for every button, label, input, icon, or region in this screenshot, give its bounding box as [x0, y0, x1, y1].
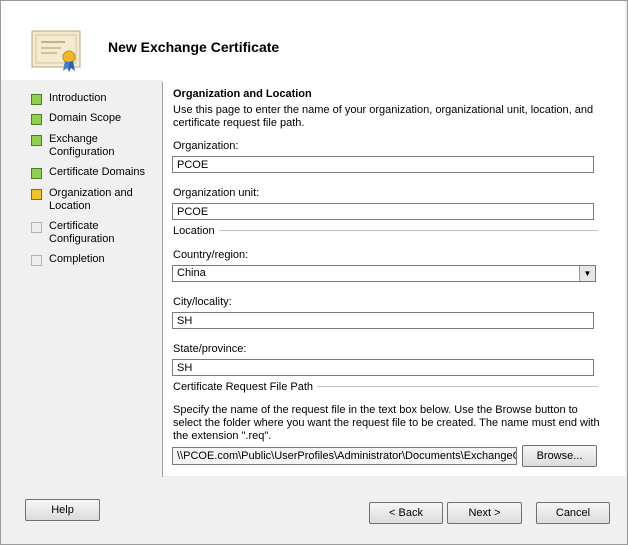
location-group-header: Location [173, 225, 598, 237]
organization-unit-label: Organization unit: [173, 187, 260, 199]
country-selected-value: China [177, 267, 206, 279]
page-content: Organization and Location Use this page … [163, 80, 625, 476]
dropdown-arrow-icon[interactable]: ▼ [579, 266, 595, 281]
step-pending-icon [31, 222, 42, 233]
step-organization-and-location: Organization and Location [31, 187, 133, 213]
step-label: Introduction [49, 92, 107, 104]
city-label: City/locality: [173, 296, 232, 308]
step-certificate-configuration: Certificate Configuration [31, 220, 114, 246]
city-input[interactable] [172, 312, 594, 329]
help-button[interactable]: Help [25, 499, 100, 521]
step-domain-scope: Domain Scope [31, 112, 121, 125]
section-title: Organization and Location [173, 88, 312, 100]
step-label-line1: Organization and [49, 187, 133, 199]
step-label-line1: Exchange [49, 133, 98, 145]
step-label-line2: Configuration [49, 233, 115, 245]
organization-input[interactable] [172, 156, 594, 173]
step-pending-icon [31, 255, 42, 266]
step-introduction: Introduction [31, 92, 106, 105]
step-exchange-configuration: Exchange Configuration [31, 133, 114, 159]
step-label: Certificate Domains [49, 166, 145, 178]
group-separator [218, 230, 598, 232]
step-complete-icon [31, 114, 42, 125]
request-path-description: Specify the name of the request file in … [173, 404, 600, 442]
organization-label: Organization: [173, 140, 239, 152]
group-separator [317, 386, 598, 388]
state-label: State/province: [173, 343, 247, 355]
step-certificate-domains: Certificate Domains [31, 166, 145, 179]
page-description: Use this page to enter the name of your … [173, 104, 594, 129]
next-button[interactable]: Next > [447, 502, 522, 524]
wizard-header: New Exchange Certificate [1, 1, 625, 80]
wizard-title: New Exchange Certificate [108, 39, 280, 55]
step-complete-icon [31, 168, 42, 179]
step-complete-icon [31, 135, 42, 146]
step-label-line2: Configuration [49, 146, 115, 158]
step-label-line2: Location [49, 200, 91, 212]
wizard-footer: Help < Back Next > Cancel [1, 477, 625, 543]
state-input[interactable] [172, 359, 594, 376]
step-label: Domain Scope [49, 112, 122, 124]
location-group-label: Location [173, 225, 215, 237]
browse-button[interactable]: Browse... [522, 445, 597, 467]
country-select[interactable]: China ▼ [172, 265, 596, 282]
wizard-steps-pane: Introduction Domain Scope Exchange Confi… [1, 80, 162, 476]
step-complete-icon [31, 94, 42, 105]
step-label-line1: Certificate [49, 220, 99, 232]
step-label: Completion [49, 253, 105, 265]
cancel-button[interactable]: Cancel [536, 502, 610, 524]
step-current-icon [31, 189, 42, 200]
step-completion: Completion [31, 253, 105, 266]
country-label: Country/region: [173, 249, 249, 261]
organization-unit-input[interactable] [172, 203, 594, 220]
request-path-group-label: Certificate Request File Path [173, 381, 314, 393]
certificate-icon [31, 30, 81, 72]
request-path-input[interactable]: \\PCOE.com\Public\UserProfiles\Administr… [172, 447, 517, 465]
request-path-group-header: Certificate Request File Path [173, 381, 598, 393]
back-button[interactable]: < Back [369, 502, 443, 524]
